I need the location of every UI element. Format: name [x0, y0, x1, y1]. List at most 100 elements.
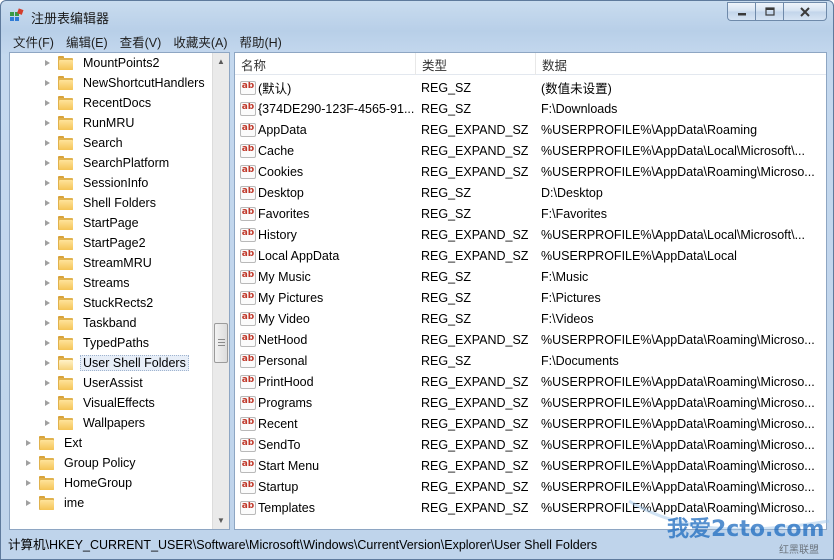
expand-arrow-icon[interactable]: [24, 459, 33, 468]
folder-icon: [39, 436, 55, 450]
value-type: REG_EXPAND_SZ: [421, 416, 529, 431]
tree-item[interactable]: TypedPaths: [43, 333, 152, 353]
tree-item-label: Ext: [64, 436, 83, 450]
tree-item[interactable]: RunMRU: [43, 113, 137, 133]
tree-item[interactable]: StuckRects2: [43, 293, 156, 313]
value-row[interactable]: ab Local AppData REG_EXPAND_SZ %USERPROFILE…: [235, 245, 826, 266]
value-row[interactable]: ab Cache REG_EXPAND_SZ %USERPROFILE%\AppDat…: [235, 140, 826, 161]
expand-arrow-icon[interactable]: [43, 279, 52, 288]
expand-arrow-icon[interactable]: [43, 259, 52, 268]
expand-arrow-icon[interactable]: [43, 99, 52, 108]
column-name[interactable]: 名称: [235, 53, 416, 75]
expand-arrow-icon[interactable]: [43, 239, 52, 248]
expand-arrow-icon[interactable]: [43, 199, 52, 208]
value-row[interactable]: ab My Video REG_SZ F:\Videos: [235, 308, 826, 329]
value-data: F:\Documents: [541, 353, 619, 368]
close-button[interactable]: [783, 2, 827, 21]
tree-scrollbar[interactable]: ▲ ▼: [212, 53, 229, 529]
menu-favorites[interactable]: 收藏夹(A): [167, 32, 233, 51]
tree-item[interactable]: MountPoints2: [43, 53, 162, 73]
tree-item[interactable]: Streams: [43, 273, 133, 293]
value-name-cell: ab Recent: [235, 416, 416, 431]
column-data[interactable]: 数据: [536, 53, 826, 75]
title-bar[interactable]: 注册表编辑器: [1, 1, 833, 31]
expand-arrow-icon[interactable]: [43, 119, 52, 128]
tree-item[interactable]: User Shell Folders: [43, 353, 189, 373]
menu-help[interactable]: 帮助(H): [233, 32, 287, 51]
tree-item[interactable]: RecentDocs: [43, 93, 154, 113]
tree-item[interactable]: Ext: [24, 433, 85, 453]
value-type: REG_EXPAND_SZ: [421, 458, 529, 473]
tree-item[interactable]: Taskband: [43, 313, 140, 333]
menu-file[interactable]: 文件(F): [7, 32, 60, 51]
value-row[interactable]: ab (默认) REG_SZ (数值未设置): [235, 77, 826, 98]
tree-item[interactable]: StreamMRU: [43, 253, 155, 273]
expand-arrow-icon[interactable]: [43, 359, 52, 368]
scroll-thumb[interactable]: [214, 323, 228, 363]
maximize-button[interactable]: [755, 2, 783, 21]
value-row[interactable]: ab Desktop REG_SZ D:\Desktop: [235, 182, 826, 203]
expand-arrow-icon[interactable]: [43, 79, 52, 88]
tree-item[interactable]: SearchPlatform: [43, 153, 172, 173]
value-row[interactable]: ab Recent REG_EXPAND_SZ %USERPROFILE%\AppDa…: [235, 413, 826, 434]
tree-item[interactable]: StartPage2: [43, 233, 149, 253]
value-name: My Music: [258, 269, 311, 284]
value-row[interactable]: ab My Pictures REG_SZ F:\Pictures: [235, 287, 826, 308]
value-row[interactable]: ab History REG_EXPAND_SZ %USERPROFILE%\AppD…: [235, 224, 826, 245]
value-row[interactable]: ab Programs REG_EXPAND_SZ %USERPROFILE%\App…: [235, 392, 826, 413]
expand-arrow-icon[interactable]: [24, 479, 33, 488]
expand-arrow-icon[interactable]: [43, 399, 52, 408]
tree-item-label: RecentDocs: [83, 96, 152, 110]
value-list[interactable]: 名称 类型 数据 ab (默认) REG_SZ (数值未设置) ab {374DE290-…: [234, 52, 827, 530]
tree-item[interactable]: UserAssist: [43, 373, 146, 393]
minimize-button[interactable]: [727, 2, 755, 21]
scroll-down-icon[interactable]: ▼: [213, 512, 229, 529]
column-type[interactable]: 类型: [416, 53, 536, 75]
expand-arrow-icon[interactable]: [43, 139, 52, 148]
expand-arrow-icon[interactable]: [43, 299, 52, 308]
tree-item[interactable]: NewShortcutHandlers: [43, 73, 208, 93]
value-row[interactable]: ab Startup REG_EXPAND_SZ %USERPROFILE%\AppD…: [235, 476, 826, 497]
tree-item[interactable]: SessionInfo: [43, 173, 151, 193]
key-tree[interactable]: ▲ ▼ MountPoints2 NewShortcutHandlers Recen…: [9, 52, 230, 530]
value-row[interactable]: ab NetHood REG_EXPAND_SZ %USERPROFILE%\AppD…: [235, 329, 826, 350]
value-type: REG_EXPAND_SZ: [421, 143, 529, 158]
value-name-cell: ab SendTo: [235, 437, 416, 452]
string-value-icon: ab: [240, 227, 256, 242]
value-row[interactable]: ab PrintHood REG_EXPAND_SZ %USERPROFILE%\Ap…: [235, 371, 826, 392]
menu-edit[interactable]: 编辑(E): [60, 32, 114, 51]
expand-arrow-icon[interactable]: [43, 159, 52, 168]
value-row[interactable]: ab Start Menu REG_EXPAND_SZ %USERPROFILE%\A…: [235, 455, 826, 476]
expand-arrow-icon[interactable]: [43, 419, 52, 428]
expand-arrow-icon[interactable]: [43, 219, 52, 228]
value-row[interactable]: ab {374DE290-123F-4565-91... REG_SZ F:\Down…: [235, 98, 826, 119]
expand-arrow-icon[interactable]: [43, 179, 52, 188]
value-row[interactable]: ab Personal REG_SZ F:\Documents: [235, 350, 826, 371]
tree-item[interactable]: Search: [43, 133, 126, 153]
value-row[interactable]: ab Favorites REG_SZ F:\Favorites: [235, 203, 826, 224]
value-row[interactable]: ab My Music REG_SZ F:\Music: [235, 266, 826, 287]
value-data: %USERPROFILE%\AppData\Roaming\Microso...: [541, 395, 815, 410]
tree-item[interactable]: Group Policy: [24, 453, 139, 473]
value-row[interactable]: ab Templates REG_EXPAND_SZ %USERPROFILE%\Ap…: [235, 497, 826, 518]
tree-item[interactable]: HomeGroup: [24, 473, 135, 493]
string-value-icon: ab: [240, 479, 256, 494]
expand-arrow-icon[interactable]: [43, 339, 52, 348]
expand-arrow-icon[interactable]: [24, 499, 33, 508]
value-row[interactable]: ab SendTo REG_EXPAND_SZ %USERPROFILE%\AppDa…: [235, 434, 826, 455]
menu-view[interactable]: 查看(V): [114, 32, 168, 51]
tree-item[interactable]: VisualEffects: [43, 393, 158, 413]
expand-arrow-icon[interactable]: [43, 379, 52, 388]
tree-item[interactable]: StartPage: [43, 213, 142, 233]
tree-item[interactable]: ime: [24, 493, 87, 513]
scroll-up-icon[interactable]: ▲: [213, 53, 229, 70]
tree-item[interactable]: Wallpapers: [43, 413, 148, 433]
expand-arrow-icon[interactable]: [24, 439, 33, 448]
expand-arrow-icon[interactable]: [43, 319, 52, 328]
value-row[interactable]: ab Cookies REG_EXPAND_SZ %USERPROFILE%\AppD…: [235, 161, 826, 182]
value-row[interactable]: ab AppData REG_EXPAND_SZ %USERPROFILE%\AppD…: [235, 119, 826, 140]
menu-bar: 文件(F) 编辑(E) 查看(V) 收藏夹(A) 帮助(H): [2, 31, 832, 51]
string-value-icon: ab: [240, 416, 256, 431]
tree-item[interactable]: Shell Folders: [43, 193, 159, 213]
expand-arrow-icon[interactable]: [43, 59, 52, 68]
